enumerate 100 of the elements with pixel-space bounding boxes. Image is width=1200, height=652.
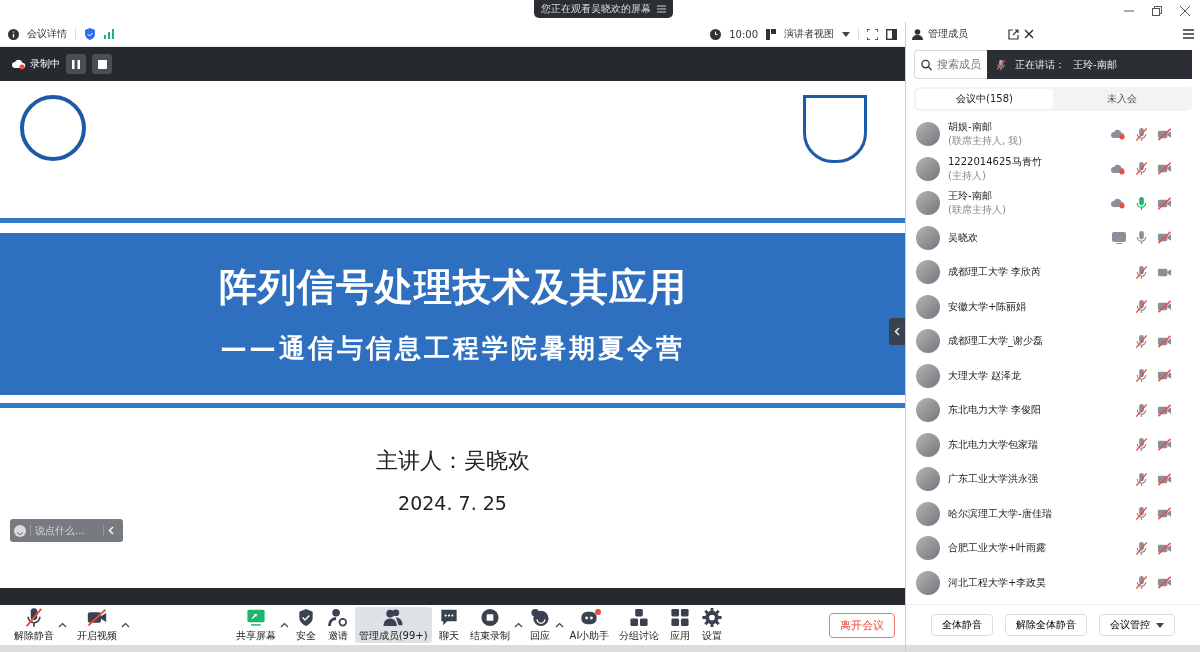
close-icon[interactable] bbox=[1024, 29, 1034, 39]
info-icon bbox=[8, 28, 19, 40]
chevron-left-icon[interactable] bbox=[108, 526, 114, 535]
notice-text: 您正在观看吴晓欢的屏幕 bbox=[541, 2, 651, 16]
caret-icon[interactable] bbox=[121, 622, 130, 628]
slide-subtitle: ——通信与信息工程学院暑期夏令营 bbox=[220, 332, 685, 365]
panel-title: 管理成员 bbox=[928, 27, 968, 41]
member-name: 王玲-南邮 bbox=[948, 189, 993, 204]
meeting-duration: 10:00 bbox=[729, 28, 758, 40]
avatar bbox=[916, 191, 940, 216]
slide-title: 阵列信号处理技术及其应用 bbox=[218, 264, 687, 311]
panel-button[interactable]: 全体静音 bbox=[931, 614, 993, 636]
muted-mic-icon bbox=[995, 58, 1007, 71]
member-name: 吴晓欢 bbox=[948, 230, 979, 245]
member-name: 安徽大学+陈丽娟 bbox=[948, 299, 1028, 314]
avatar bbox=[916, 156, 940, 181]
toolbar-button[interactable]: 聊天 bbox=[433, 607, 464, 643]
apps-icon bbox=[669, 607, 692, 628]
speaker-name: 王玲-南邮 bbox=[1073, 57, 1117, 72]
toolbar-button[interactable]: 解除静音 bbox=[10, 607, 58, 643]
chat-input[interactable]: 说点什么... bbox=[30, 525, 104, 536]
toolbar-button[interactable]: 设置 bbox=[697, 607, 728, 643]
panel-button[interactable]: 解除全体静音 bbox=[1005, 614, 1087, 636]
date-text: 2024. 7. 25 bbox=[398, 492, 507, 514]
member-tab[interactable]: 未入会 bbox=[1053, 89, 1190, 109]
person-icon bbox=[912, 28, 923, 40]
avatar bbox=[916, 501, 940, 526]
toolbar-button[interactable]: 安全 bbox=[290, 607, 321, 643]
caret-icon[interactable] bbox=[58, 622, 67, 628]
member-name: 成都理工大学 李欣芮 bbox=[948, 265, 1043, 280]
member-name: 胡娱-南邮 bbox=[948, 120, 993, 135]
caret-icon bbox=[1156, 622, 1164, 628]
fullscreen-icon[interactable] bbox=[867, 28, 878, 40]
menu-icon[interactable] bbox=[1183, 29, 1194, 39]
avatar bbox=[916, 122, 940, 147]
close-icon[interactable] bbox=[1180, 6, 1190, 16]
toolbar-button[interactable]: 结束录制 bbox=[465, 607, 514, 643]
member-name: 广东工业大学洪永强 bbox=[948, 472, 1039, 487]
member-name: 1222014625马青竹 bbox=[948, 154, 1043, 169]
toolbar-button[interactable]: 管理成员(99+) bbox=[354, 607, 432, 643]
chat-input-bar[interactable]: 说点什么... bbox=[10, 519, 123, 542]
member-name: 东北电力大学 李俊阳 bbox=[948, 403, 1043, 418]
member-role: (主持人) bbox=[948, 168, 987, 183]
caret-icon[interactable] bbox=[554, 622, 564, 628]
emoji-icon[interactable] bbox=[14, 524, 26, 537]
toolbar-button[interactable]: 回应 bbox=[524, 607, 555, 643]
member-role: (联席主持人, 我) bbox=[948, 134, 1024, 149]
member-name: 合肥工业大学+叶雨露 bbox=[948, 541, 1048, 556]
toolbar-button[interactable]: AI小助手 bbox=[565, 607, 614, 643]
speaking-label: 正在讲话： bbox=[1015, 57, 1065, 72]
member-name: 大理大学 赵泽龙 bbox=[948, 368, 1023, 383]
collapse-handle[interactable] bbox=[889, 318, 905, 345]
shield-icon bbox=[84, 28, 96, 40]
pause-button[interactable] bbox=[66, 54, 86, 74]
avatar bbox=[916, 570, 940, 595]
member-search-field[interactable]: 搜索成员 bbox=[914, 50, 987, 79]
toolbar-button[interactable]: 邀请 bbox=[322, 607, 353, 643]
member-name: 东北电力大学包家瑞 bbox=[948, 437, 1039, 452]
caret-icon[interactable] bbox=[279, 622, 289, 628]
sidebar-icon[interactable] bbox=[886, 28, 897, 40]
speaker-text: 主讲人：吴晓欢 bbox=[375, 447, 530, 475]
member-name: 河北工程大学+李政昊 bbox=[948, 575, 1048, 590]
toolbar-button[interactable]: 应用 bbox=[665, 607, 696, 643]
avatar bbox=[916, 432, 940, 457]
pause-icon bbox=[72, 59, 80, 69]
screen-share-icon bbox=[244, 607, 267, 628]
member-name: 哈尔滨理工大学-唐佳瑞 bbox=[948, 506, 1053, 521]
university-emblem bbox=[803, 95, 867, 163]
chevron-left-icon bbox=[894, 327, 900, 336]
search-input[interactable]: 搜索成员 bbox=[937, 58, 981, 71]
avatar bbox=[916, 260, 940, 285]
meeting-details-link[interactable]: 会议详情 bbox=[27, 27, 67, 41]
avatar bbox=[916, 467, 940, 492]
popout-icon[interactable] bbox=[1008, 28, 1019, 40]
member-tab[interactable]: 会议中(158) bbox=[916, 89, 1053, 109]
member-role: (联席主持人) bbox=[948, 203, 1007, 218]
person-plus-icon bbox=[326, 607, 349, 628]
toolbar-button[interactable]: 共享屏幕 bbox=[231, 607, 280, 643]
member-name: 成都理工大学_谢少磊 bbox=[948, 334, 1044, 349]
stop-icon bbox=[97, 59, 107, 69]
avatar bbox=[916, 363, 940, 388]
stop-record-icon bbox=[478, 607, 501, 628]
avatar bbox=[916, 329, 940, 354]
avatar bbox=[916, 294, 940, 319]
signal-icon bbox=[104, 29, 115, 39]
people-icon bbox=[382, 607, 405, 628]
avatar bbox=[916, 225, 940, 250]
smiley-icon bbox=[528, 607, 551, 628]
view-mode-dropdown[interactable]: 演讲者视图 bbox=[784, 27, 834, 41]
leave-meeting-button[interactable]: 离开会议 bbox=[829, 612, 895, 638]
panel-button[interactable]: 会议管控 bbox=[1099, 614, 1175, 636]
stop-button[interactable] bbox=[92, 54, 112, 74]
restore-icon[interactable] bbox=[1152, 6, 1162, 16]
avatar bbox=[916, 536, 940, 561]
recording-status: 录制中 bbox=[30, 57, 60, 71]
toolbar-button[interactable]: 开启视频 bbox=[73, 607, 121, 643]
grid-blocks-icon bbox=[628, 607, 651, 628]
toolbar-button[interactable]: 分组讨论 bbox=[615, 607, 664, 643]
caret-icon[interactable] bbox=[513, 622, 523, 628]
avatar bbox=[916, 398, 940, 423]
